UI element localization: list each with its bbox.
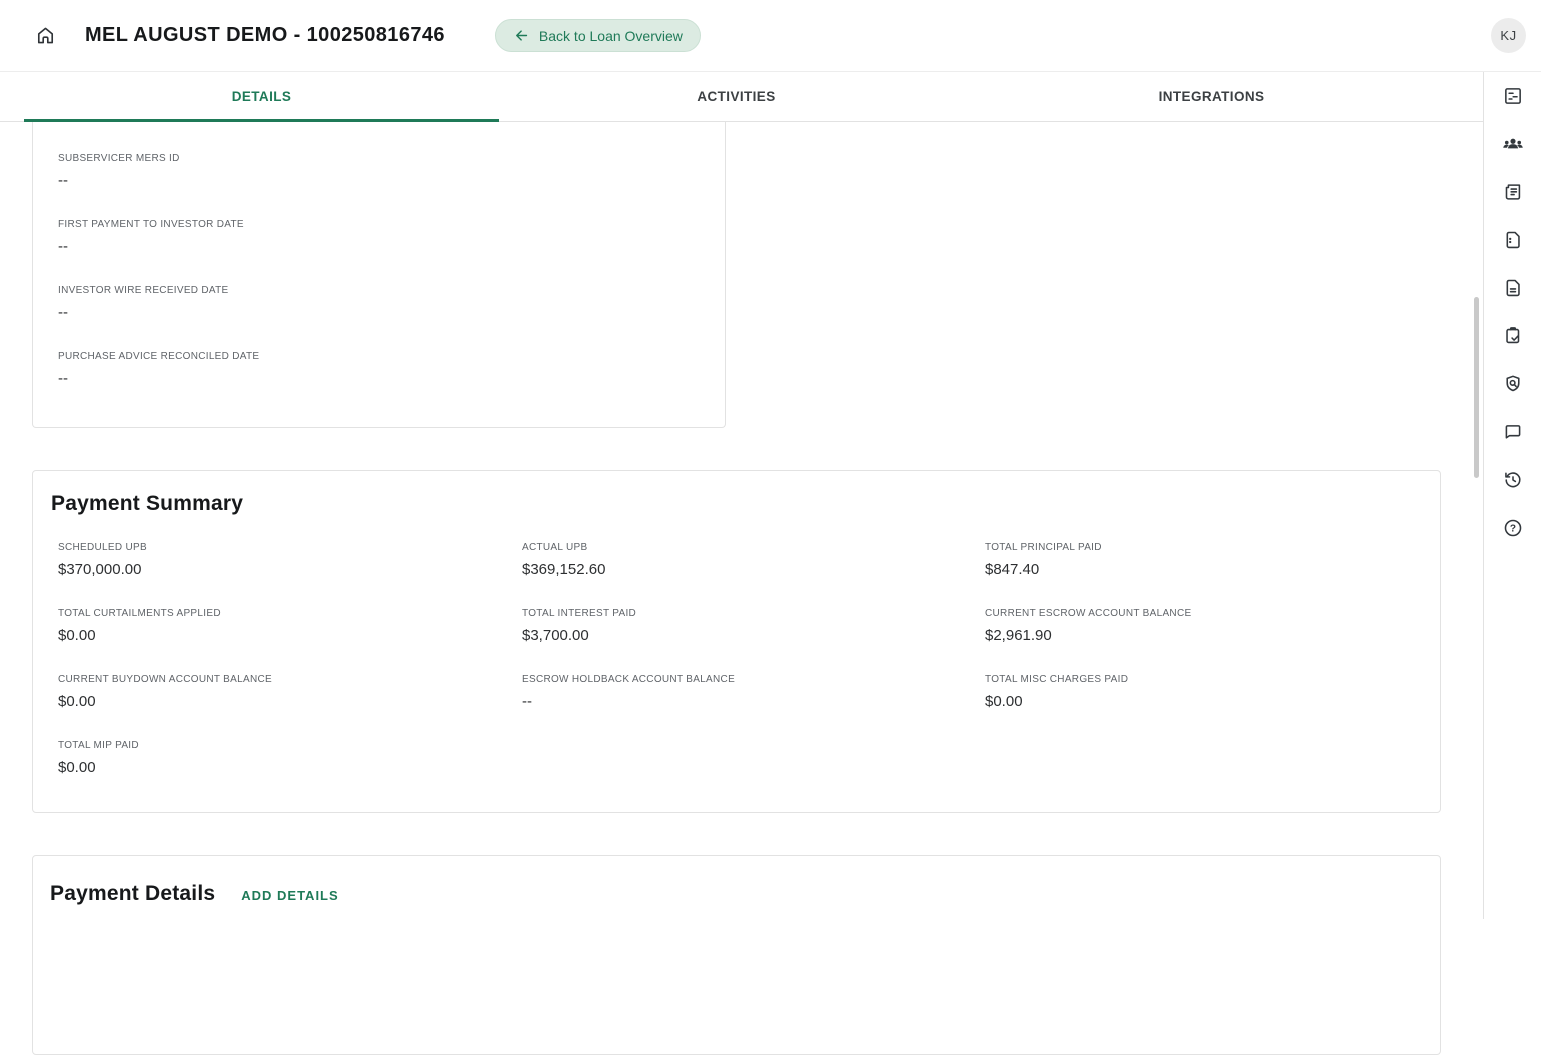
- tab-activities[interactable]: ACTIVITIES: [499, 72, 974, 121]
- field-value: $847.40: [985, 561, 1440, 578]
- field-label: CURRENT ESCROW ACCOUNT BALANCE: [985, 608, 1440, 619]
- page-title: MEL AUGUST DEMO - 100250816746: [85, 24, 445, 47]
- home-icon[interactable]: [31, 22, 59, 50]
- field-value: $370,000.00: [58, 561, 522, 578]
- field-label: TOTAL MISC CHARGES PAID: [985, 674, 1440, 685]
- field-label: TOTAL MIP PAID: [58, 740, 522, 751]
- field-label: ESCROW HOLDBACK ACCOUNT BALANCE: [522, 674, 985, 685]
- document-icon[interactable]: [1489, 264, 1537, 312]
- contract-icon[interactable]: [1489, 216, 1537, 264]
- field-first-payment-to-investor-date: FIRST PAYMENT TO INVESTOR DATE --: [58, 219, 725, 255]
- field-label: TOTAL CURTAILMENTS APPLIED: [58, 608, 522, 619]
- payment-summary-card: Payment Summary SCHEDULED UPB $370,000.0…: [32, 470, 1441, 813]
- field-value: --: [58, 238, 725, 255]
- field-value: --: [522, 693, 985, 710]
- user-avatar[interactable]: KJ: [1491, 18, 1526, 53]
- field-value: $369,152.60: [522, 561, 985, 578]
- field-total-mip-paid: TOTAL MIP PAID $0.00: [58, 740, 522, 776]
- field-value: --: [58, 304, 725, 321]
- tab-integrations[interactable]: INTEGRATIONS: [974, 72, 1449, 121]
- tab-bar: DETAILS ACTIVITIES INTEGRATIONS: [0, 72, 1484, 122]
- field-total-interest-paid: TOTAL INTEREST PAID $3,700.00: [522, 608, 985, 644]
- wysiwyg-icon[interactable]: [1489, 72, 1537, 120]
- field-value: --: [58, 370, 725, 387]
- policy-shield-icon[interactable]: [1489, 360, 1537, 408]
- chat-icon[interactable]: [1489, 408, 1537, 456]
- svg-text:?: ?: [1509, 523, 1515, 534]
- payment-details-title: Payment Details: [50, 879, 215, 909]
- right-icon-rail: ?: [1483, 72, 1541, 919]
- field-value: $0.00: [58, 759, 522, 776]
- field-value: $0.00: [58, 627, 522, 644]
- add-details-button[interactable]: ADD DETAILS: [241, 888, 338, 903]
- investor-info-card: SUBSERVICER MERS ID -- FIRST PAYMENT TO …: [32, 122, 726, 428]
- back-to-loan-overview-button[interactable]: Back to Loan Overview: [495, 19, 701, 52]
- field-label: TOTAL INTEREST PAID: [522, 608, 985, 619]
- field-escrow-holdback-account-balance: ESCROW HOLDBACK ACCOUNT BALANCE --: [522, 674, 985, 710]
- field-actual-upb: ACTUAL UPB $369,152.60: [522, 542, 985, 578]
- receipt-icon[interactable]: [1489, 168, 1537, 216]
- payment-details-card: Payment Details ADD DETAILS: [32, 855, 1441, 1055]
- field-label: SCHEDULED UPB: [58, 542, 522, 553]
- field-investor-wire-received-date: INVESTOR WIRE RECEIVED DATE --: [58, 285, 725, 321]
- payment-summary-title: Payment Summary: [51, 489, 1440, 519]
- field-purchase-advice-reconciled-date: PURCHASE ADVICE RECONCILED DATE --: [58, 351, 725, 387]
- field-current-buydown-account-balance: CURRENT BUYDOWN ACCOUNT BALANCE $0.00: [58, 674, 522, 710]
- field-current-escrow-account-balance: CURRENT ESCROW ACCOUNT BALANCE $2,961.90: [985, 608, 1440, 644]
- payment-summary-grid: SCHEDULED UPB $370,000.00 ACTUAL UPB $36…: [58, 542, 1440, 806]
- content-scrollbar-thumb[interactable]: [1474, 297, 1479, 478]
- field-label: INVESTOR WIRE RECEIVED DATE: [58, 285, 725, 296]
- field-total-misc-charges-paid: TOTAL MISC CHARGES PAID $0.00: [985, 674, 1440, 710]
- field-subservicer-mers-id: SUBSERVICER MERS ID --: [58, 153, 725, 189]
- app-header: MEL AUGUST DEMO - 100250816746 Back to L…: [0, 0, 1541, 72]
- tab-details[interactable]: DETAILS: [24, 72, 499, 121]
- history-icon[interactable]: [1489, 456, 1537, 504]
- field-total-curtailments-applied: TOTAL CURTAILMENTS APPLIED $0.00: [58, 608, 522, 644]
- field-value: $2,961.90: [985, 627, 1440, 644]
- field-value: --: [58, 172, 725, 189]
- field-scheduled-upb: SCHEDULED UPB $370,000.00: [58, 542, 522, 578]
- field-value: $0.00: [985, 693, 1440, 710]
- field-label: TOTAL PRINCIPAL PAID: [985, 542, 1440, 553]
- clipboard-check-icon[interactable]: [1489, 312, 1537, 360]
- field-label: SUBSERVICER MERS ID: [58, 153, 725, 164]
- groups-icon[interactable]: [1489, 120, 1537, 168]
- field-label: FIRST PAYMENT TO INVESTOR DATE: [58, 219, 725, 230]
- back-button-label: Back to Loan Overview: [539, 28, 683, 44]
- field-total-principal-paid: TOTAL PRINCIPAL PAID $847.40: [985, 542, 1440, 578]
- help-icon[interactable]: ?: [1489, 504, 1537, 552]
- arrow-left-icon: [513, 27, 530, 44]
- field-label: PURCHASE ADVICE RECONCILED DATE: [58, 351, 725, 362]
- field-value: $3,700.00: [522, 627, 985, 644]
- field-label: ACTUAL UPB: [522, 542, 985, 553]
- field-value: $0.00: [58, 693, 522, 710]
- field-label: CURRENT BUYDOWN ACCOUNT BALANCE: [58, 674, 522, 685]
